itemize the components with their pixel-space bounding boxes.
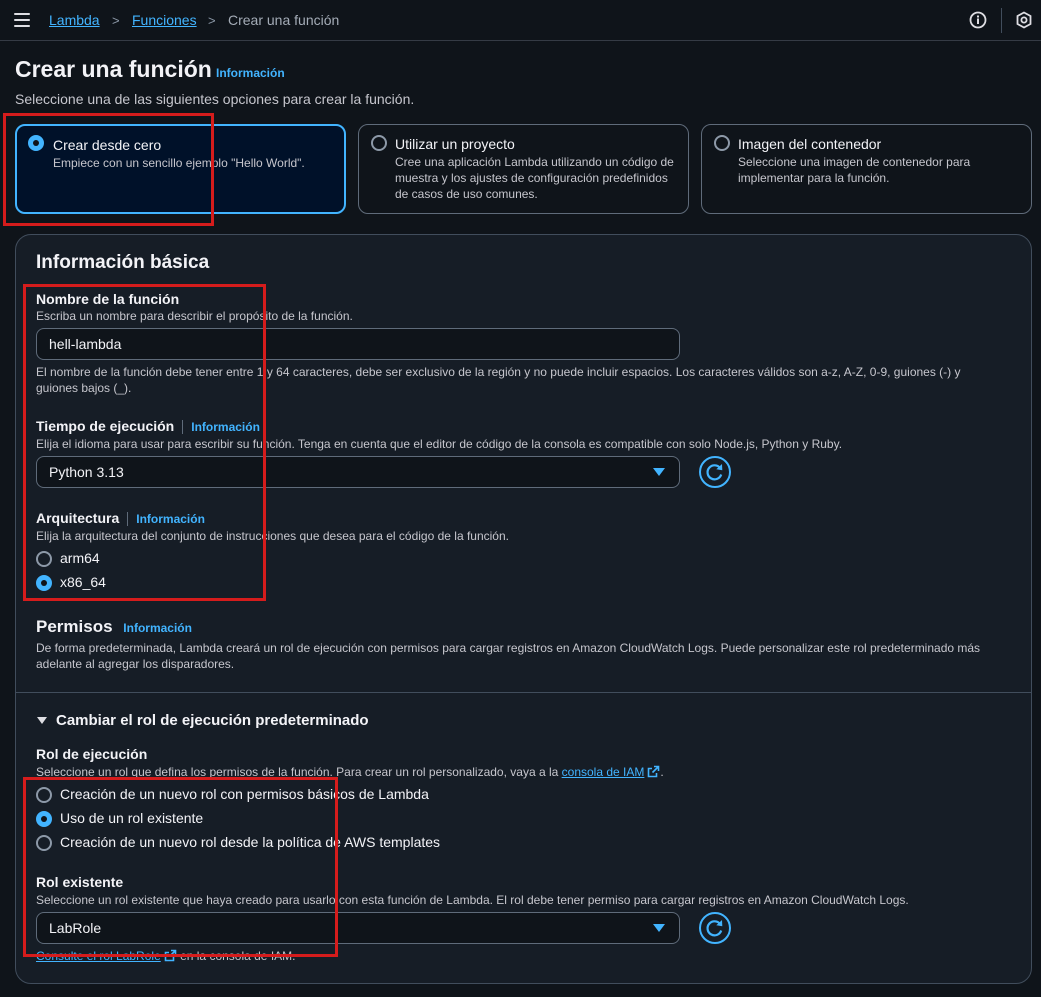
runtime-info-link[interactable]: Información: [191, 420, 260, 434]
breadcrumb-lambda[interactable]: Lambda: [49, 12, 100, 28]
view-role-footer: Consulte el rol LabRole en la consola de…: [36, 948, 295, 964]
expander-label: Cambiar el rol de ejecución predetermina…: [56, 712, 369, 729]
function-name-description: Escriba un nombre para describir el prop…: [36, 309, 353, 323]
function-name-constraint: El nombre de la función debe tener entre…: [36, 365, 961, 395]
external-link-icon[interactable]: [647, 765, 660, 778]
runtime-select[interactable]: Python 3.13: [36, 456, 680, 488]
description-text: .: [660, 765, 664, 779]
architecture-label-row: Arquitectura Información: [36, 510, 205, 527]
refresh-icon: [706, 920, 723, 937]
option-label: arm64: [60, 550, 100, 566]
page-title: Crear una función: [15, 56, 212, 82]
breadcrumb-separator: >: [112, 13, 120, 28]
section-divider: [16, 692, 1031, 693]
option-title: Crear desde cero: [53, 137, 162, 153]
toolbar-divider: [1001, 8, 1002, 33]
breadcrumb-funciones[interactable]: Funciones: [132, 12, 197, 28]
role-option-policy-templates[interactable]: Creación de un nuevo rol desde la políti…: [36, 833, 456, 853]
existing-role-description: Seleccione un rol existente que haya cre…: [36, 893, 909, 907]
menu-icon[interactable]: [14, 13, 30, 27]
option-label: x86_64: [60, 574, 106, 590]
role-option-existing[interactable]: Uso de un rol existente: [36, 809, 436, 829]
basic-information-panel: Información básica Nombre de la función …: [15, 234, 1032, 984]
separator: [127, 512, 129, 527]
separator: [182, 420, 184, 435]
option-label: Creación de un nuevo rol con permisos bá…: [60, 786, 429, 802]
radio-button[interactable]: [28, 135, 44, 151]
architecture-description: Elija la arquitectura del conjunto de in…: [36, 529, 509, 543]
radio-button[interactable]: [36, 551, 52, 567]
caret-down-icon: [37, 717, 47, 724]
execution-role-label: Rol de ejecución: [36, 746, 148, 762]
breadcrumb-separator: >: [208, 13, 216, 28]
permissions-title: Permisos: [36, 617, 113, 636]
external-link-icon[interactable]: [164, 949, 177, 962]
permissions-title-row: Permisos Información: [36, 617, 192, 637]
radio-button[interactable]: [371, 135, 387, 151]
runtime-description: Elija el idioma para usar para escribir …: [36, 437, 843, 451]
footer-text: en la consola de IAM.: [176, 949, 296, 963]
option-description: Cree una aplicación Lambda utilizando un…: [395, 155, 674, 201]
info-icon[interactable]: [969, 11, 987, 29]
refresh-icon: [706, 464, 723, 481]
radio-button[interactable]: [36, 787, 52, 803]
function-name-input[interactable]: hell-lambda: [36, 328, 680, 360]
option-title: Imagen del contenedor: [738, 136, 882, 152]
caret-down-icon: [653, 468, 665, 476]
radio-button[interactable]: [714, 135, 730, 151]
runtime-select-value: Python 3.13: [49, 464, 124, 480]
function-name-label: Nombre de la función: [36, 291, 180, 307]
refresh-runtimes-button[interactable]: [699, 456, 731, 488]
page-subtitle: Seleccione una de las siguientes opcione…: [15, 91, 415, 107]
existing-role-label: Rol existente: [36, 874, 124, 890]
architecture-option-arm64[interactable]: arm64: [36, 549, 156, 569]
option-description: Seleccione una imagen de contenedor para…: [738, 155, 971, 185]
top-navigation-bar: Lambda > Funciones > Crear una función: [0, 0, 1041, 41]
role-option-new-basic[interactable]: Creación de un nuevo rol con permisos bá…: [36, 785, 436, 805]
permissions-description: De forma predeterminada, Lambda creará u…: [36, 641, 981, 671]
option-description: Empiece con un sencillo ejemplo "Hello W…: [53, 156, 305, 170]
option-tile-container-image[interactable]: Imagen del contenedor Seleccione una ima…: [701, 124, 1032, 214]
runtime-label-row: Tiempo de ejecución Información: [36, 418, 260, 435]
existing-role-select[interactable]: LabRole: [36, 912, 680, 944]
iam-console-link[interactable]: consola de IAM: [562, 765, 645, 779]
execution-role-description: Seleccione un rol que defina los permiso…: [36, 764, 1026, 780]
architecture-option-x86-64[interactable]: x86_64: [36, 573, 156, 593]
breadcrumb-current: Crear una función: [228, 12, 340, 28]
option-label: Creación de un nuevo rol desde la políti…: [60, 834, 441, 850]
option-label: Uso de un rol existente: [60, 810, 204, 826]
radio-button[interactable]: [36, 811, 52, 827]
radio-button[interactable]: [36, 835, 52, 851]
settings-icon[interactable]: [1015, 11, 1033, 29]
permissions-info-link[interactable]: Información: [123, 621, 192, 635]
info-link[interactable]: Información: [216, 66, 285, 80]
existing-role-select-value: LabRole: [49, 920, 102, 936]
refresh-roles-button[interactable]: [699, 912, 731, 944]
runtime-label: Tiempo de ejecución: [36, 418, 175, 434]
option-tile-from-scratch[interactable]: Crear desde cero Empiece con un sencillo…: [15, 124, 346, 214]
description-text: Seleccione un rol que defina los permiso…: [36, 765, 562, 779]
architecture-info-link[interactable]: Información: [136, 512, 205, 526]
section-title: Información básica: [36, 252, 210, 273]
view-role-link[interactable]: Consulte el rol LabRole: [36, 949, 161, 963]
option-tile-blueprint[interactable]: Utilizar un proyecto Cree una aplicación…: [358, 124, 689, 214]
radio-button[interactable]: [36, 575, 52, 591]
architecture-label: Arquitectura: [36, 510, 120, 526]
option-title: Utilizar un proyecto: [395, 136, 515, 152]
caret-down-icon: [653, 924, 665, 932]
